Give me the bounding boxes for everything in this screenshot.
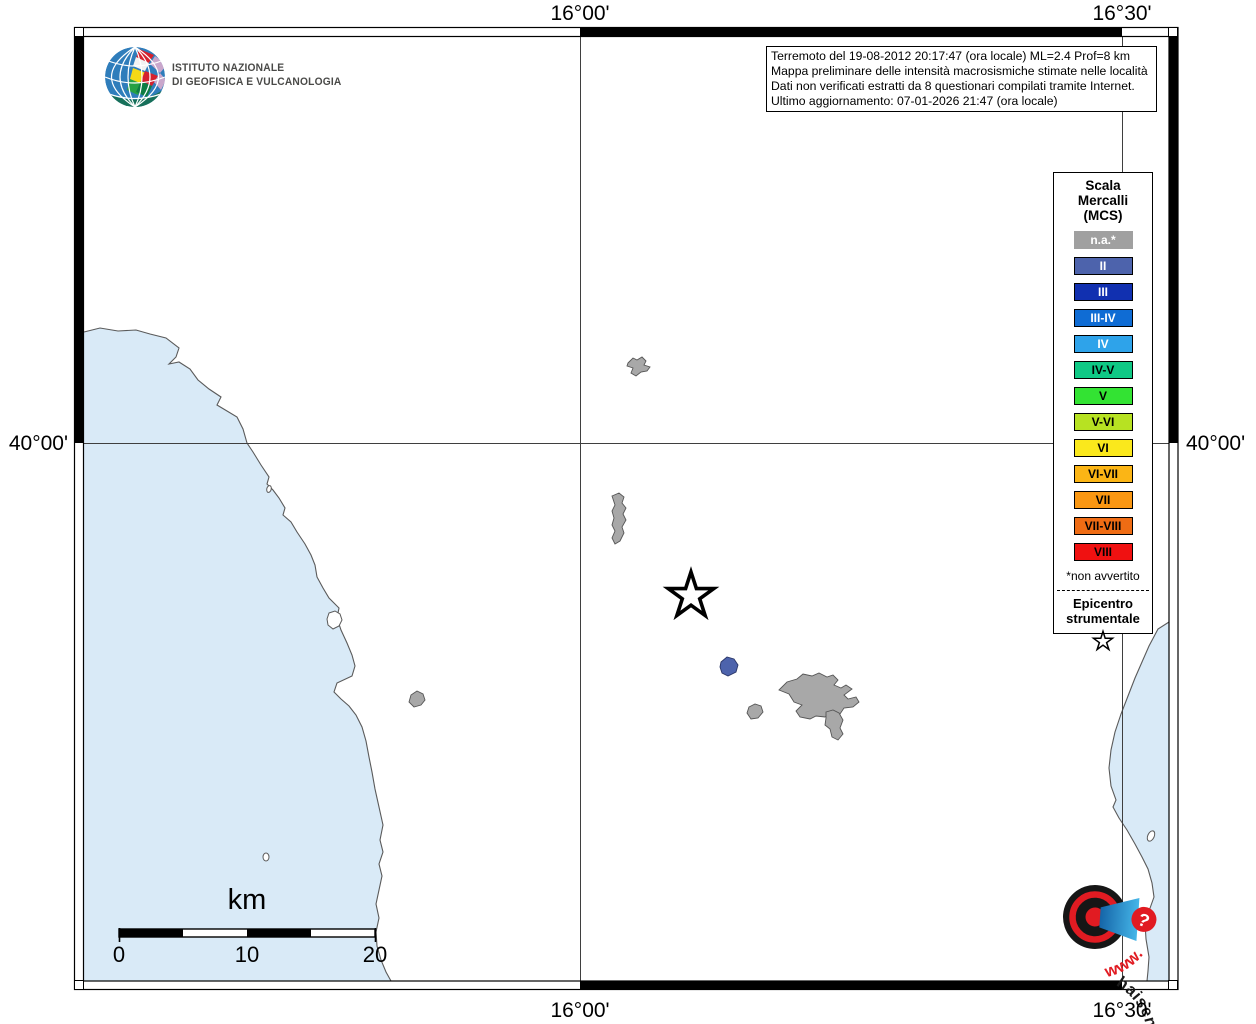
event-info-box: Terremoto del 19-08-2012 20:17:47 (ora l… bbox=[766, 46, 1157, 112]
frame-black-left bbox=[74, 36, 83, 443]
ingv-org-name: ISTITUTO NAZIONALE DI GEOFISICA E VULCAN… bbox=[172, 62, 341, 89]
axis-label-bottom-lon-16-00: 16°00' bbox=[550, 999, 610, 1022]
epicenter-star-icon bbox=[1091, 629, 1115, 652]
frame-black-right bbox=[1169, 36, 1178, 443]
scale-tick-0: 0 bbox=[112, 942, 126, 967]
legend-chip-vii-viii: VII-VIII bbox=[1073, 517, 1133, 535]
scale-bar-segment bbox=[119, 929, 183, 937]
ingv-org-line2: DI GEOFISICA E VULCANOLOGIA bbox=[172, 75, 342, 88]
frame-corner bbox=[1168, 27, 1178, 37]
legend-chip-na: n.a.* bbox=[1073, 231, 1133, 249]
legend-chip-iv-v: IV-V bbox=[1073, 361, 1133, 379]
scale-tick-20: 20 bbox=[362, 942, 388, 967]
legend-title: Scala Mercalli (MCS) bbox=[1054, 173, 1152, 223]
legend-chip-vi: VI bbox=[1073, 439, 1133, 457]
legend-divider bbox=[1057, 590, 1149, 591]
legend-chip-v-vi: V-VI bbox=[1073, 413, 1133, 431]
event-info-line-1: Terremoto del 19-08-2012 20:17:47 (ora l… bbox=[771, 49, 1131, 63]
legend-chip-vii: VII bbox=[1073, 491, 1133, 509]
legend-chip-iv: IV bbox=[1073, 335, 1133, 353]
event-info-line-2: Mappa preliminare delle intensità macros… bbox=[771, 63, 1148, 78]
legend-chip-ii: II bbox=[1073, 257, 1133, 275]
axis-label-top-lon-16-00: 16°00' bbox=[550, 2, 610, 25]
axis-label-right-lat-40-00: 40°00' bbox=[1186, 432, 1246, 455]
locality-na bbox=[778, 672, 860, 720]
ingv-org-line1: ISTITUTO NAZIONALE bbox=[172, 62, 285, 74]
legend-chip-viii: VIII bbox=[1073, 543, 1133, 561]
legend-chips: n.a.* II III III-IV IV IV-V V V-VI VI VI… bbox=[1054, 231, 1152, 561]
legend-title-line2: Mercalli bbox=[1077, 193, 1129, 208]
frame-corner bbox=[74, 980, 84, 990]
locality-na bbox=[746, 703, 764, 720]
legend-chip-v: V bbox=[1073, 387, 1133, 405]
epicenter-star bbox=[662, 566, 720, 621]
frame-black-bottom bbox=[580, 981, 1122, 990]
locality-felt-intensity-II bbox=[719, 656, 739, 677]
islet-dino bbox=[262, 852, 270, 862]
frame-black-top bbox=[580, 27, 1122, 36]
legend-epicenter-label: Epicentro strumentale bbox=[1054, 596, 1152, 626]
legend-title-line3: (MCS) bbox=[1083, 208, 1123, 223]
locality-na bbox=[824, 709, 844, 741]
locality-na bbox=[611, 492, 627, 545]
legend-epicenter-line1: Epicentro bbox=[1073, 596, 1133, 611]
axis-label-bottom-lon-16-30: 16°30' bbox=[1092, 999, 1152, 1022]
mercalli-legend: Scala Mercalli (MCS) n.a.* II III III-IV… bbox=[1053, 172, 1153, 652]
localities-na bbox=[408, 356, 860, 741]
ingv-globe-logo bbox=[105, 47, 165, 107]
frame-corner bbox=[1168, 980, 1178, 990]
legend-chip-iii: III bbox=[1073, 283, 1133, 301]
ingv-intensity-map-page: ? haisentitoilterremoto.it www. 16°00' 1… bbox=[0, 0, 1256, 1024]
locality-na bbox=[626, 356, 651, 377]
event-info-line-4: Ultimo aggiornamento: 07-01-2026 21:47 (… bbox=[771, 93, 1058, 108]
legend-chip-vi-vii: VI-VII bbox=[1073, 465, 1133, 483]
legend-title-line1: Scala bbox=[1085, 178, 1121, 193]
legend-chip-iii-iv: III-IV bbox=[1073, 309, 1133, 327]
frame-corner bbox=[74, 27, 84, 37]
scale-bar-segment bbox=[247, 929, 311, 937]
axis-label-left-lat-40-00: 40°00' bbox=[8, 432, 68, 455]
axis-label-top-lon-16-30: 16°30' bbox=[1092, 2, 1152, 25]
legend-footnote: *non avvertito bbox=[1066, 569, 1140, 583]
event-info-line-3: Dati non verificati estratti da 8 questi… bbox=[771, 78, 1135, 93]
locality-na bbox=[408, 690, 426, 708]
scale-bar-title: km bbox=[227, 884, 267, 916]
scale-tick-10: 10 bbox=[234, 942, 260, 967]
legend-epicenter-line2: strumentale bbox=[1066, 611, 1140, 626]
